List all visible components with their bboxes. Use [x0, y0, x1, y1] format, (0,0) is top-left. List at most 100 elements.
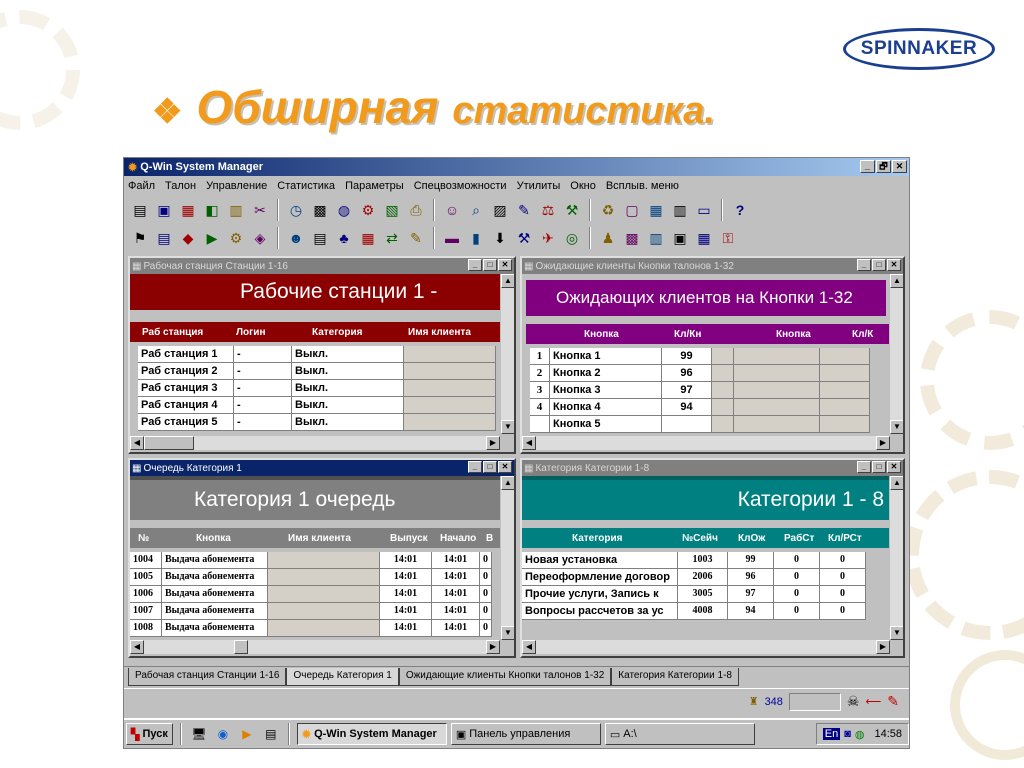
- table-row[interactable]: 1006 Выдача абонемента 14:01 14:01 0: [130, 586, 514, 603]
- settings-icon[interactable]: ⚙: [358, 200, 378, 220]
- queue-titlebar[interactable]: ▦ Очередь Категория 1 _ □ ✕: [130, 460, 514, 476]
- clock-icon[interactable]: ◷: [286, 200, 306, 220]
- menu-parameters[interactable]: Параметры: [345, 180, 404, 192]
- maximize-button[interactable]: □: [872, 259, 886, 271]
- media-icon[interactable]: ▶: [237, 724, 257, 744]
- table-row[interactable]: Переоформление договор 2006 96 0 0: [522, 569, 903, 586]
- table-row[interactable]: Раб станция 1- Выкл.: [138, 346, 514, 363]
- scroll-thumb[interactable]: [234, 640, 248, 654]
- tools-icon[interactable]: ✂: [250, 200, 270, 220]
- menu-utilities[interactable]: Утилиты: [517, 180, 561, 192]
- close-button[interactable]: ✕: [498, 461, 512, 473]
- table-row[interactable]: 1 Кнопка 1 99: [530, 348, 903, 365]
- queue-window[interactable]: ▦ Очередь Категория 1 _ □ ✕ Категория 1 …: [128, 458, 516, 658]
- browser-icon[interactable]: ◉: [213, 724, 233, 744]
- send-icon[interactable]: ✈: [538, 228, 558, 248]
- tray-app-icon[interactable]: ◍: [855, 728, 865, 741]
- close-button[interactable]: ✕: [887, 461, 901, 473]
- calc-icon[interactable]: ▦: [694, 228, 714, 248]
- start-button[interactable]: ▚ Пуск: [126, 723, 173, 745]
- grid2-icon[interactable]: ▩: [622, 228, 642, 248]
- printer-icon[interactable]: ⎙: [406, 200, 426, 220]
- table-row[interactable]: 1004 Выдача абонемента 14:01 14:01 0: [130, 552, 514, 569]
- menu-file[interactable]: Файл: [128, 180, 155, 192]
- scroll-up-button[interactable]: ▲: [890, 476, 903, 490]
- network-icon[interactable]: ▦: [178, 200, 198, 220]
- scroll-up-button[interactable]: ▲: [501, 476, 514, 490]
- people-icon[interactable]: ☺: [442, 200, 462, 220]
- folder-icon[interactable]: ▶: [202, 228, 222, 248]
- horizontal-scrollbar[interactable]: ◀ ▶: [522, 436, 890, 450]
- tag-icon[interactable]: ◈: [250, 228, 270, 248]
- tray-network-icon[interactable]: ◙: [844, 728, 851, 740]
- menu-statistics[interactable]: Статистика: [277, 180, 335, 192]
- maximize-button[interactable]: □: [872, 461, 886, 473]
- layout-icon[interactable]: ▦: [646, 200, 666, 220]
- table-row[interactable]: Прочие услуги, Запись к 3005 97 0 0: [522, 586, 903, 603]
- desktop-icon[interactable]: 🖥: [189, 724, 209, 744]
- maximize-button[interactable]: □: [483, 259, 497, 271]
- table-row[interactable]: 3 Кнопка 3 97: [530, 382, 903, 399]
- tools3-icon[interactable]: ⚒: [514, 228, 534, 248]
- minimize-button[interactable]: _: [857, 259, 871, 271]
- table-row[interactable]: 1005 Выдача абонемента 14:01 14:01 0: [130, 569, 514, 586]
- horizontal-scrollbar[interactable]: ◀ ▶: [130, 436, 500, 450]
- table-row[interactable]: 1008 Выдача абонемента 14:01 14:01 0: [130, 620, 514, 637]
- chart-icon[interactable]: ◧: [202, 200, 222, 220]
- display-icon[interactable]: ▭: [694, 200, 714, 220]
- app-titlebar[interactable]: ✹ Q-Win System Manager _ 🗗 ✕: [124, 158, 909, 176]
- menu-ticket[interactable]: Талон: [165, 180, 196, 192]
- connect-icon[interactable]: ⇄: [382, 228, 402, 248]
- language-indicator[interactable]: En: [822, 728, 841, 740]
- scroll-down-button[interactable]: ▼: [501, 420, 514, 434]
- scroll-right-button[interactable]: ▶: [486, 436, 500, 450]
- task-drive-a[interactable]: ▭ A:\: [604, 723, 755, 745]
- gear-icon[interactable]: ⚙: [226, 228, 246, 248]
- flag-icon[interactable]: ⚑: [130, 228, 150, 248]
- scroll-down-button[interactable]: ▼: [890, 626, 903, 640]
- scale-icon[interactable]: ⚖: [538, 200, 558, 220]
- waiting-titlebar[interactable]: ▦ Ожидающие клиенты Кнопки талонов 1-32 …: [522, 258, 903, 274]
- tab-workstations[interactable]: Рабочая станция Станции 1-16: [128, 668, 287, 686]
- vertical-scrollbar[interactable]: ▲ ▼: [889, 476, 903, 640]
- globe-icon[interactable]: ◍: [334, 200, 354, 220]
- close-button[interactable]: ✕: [887, 259, 901, 271]
- table-row[interactable]: 4 Кнопка 4 94: [530, 399, 903, 416]
- person-icon[interactable]: ♟: [598, 228, 618, 248]
- window-icon[interactable]: ▢: [622, 200, 642, 220]
- scroll-left-button[interactable]: ◀: [130, 436, 144, 450]
- key-icon[interactable]: ⚿: [718, 228, 738, 248]
- scroll-left-button[interactable]: ◀: [130, 640, 144, 654]
- waiting-window[interactable]: ▦ Ожидающие клиенты Кнопки талонов 1-32 …: [520, 256, 905, 454]
- users-icon[interactable]: ☻: [286, 228, 306, 248]
- workstations-window[interactable]: ▦ Рабочая станция Станции 1-16 _ □ ✕ Раб…: [128, 256, 516, 454]
- menu-window[interactable]: Окно: [570, 180, 596, 192]
- close-button[interactable]: ✕: [892, 160, 907, 173]
- task-qwin[interactable]: ✹ Q-Win System Manager: [296, 723, 447, 745]
- diamond-icon[interactable]: ◆: [178, 228, 198, 248]
- menu-popup[interactable]: Всплыв. меню: [606, 180, 679, 192]
- scroll-left-button[interactable]: ◀: [522, 436, 536, 450]
- scroll-right-button[interactable]: ▶: [486, 640, 500, 654]
- pencil-icon[interactable]: ✎: [514, 200, 534, 220]
- maximize-button[interactable]: □: [483, 461, 497, 473]
- report-icon[interactable]: ▧: [382, 200, 402, 220]
- workstations-titlebar[interactable]: ▦ Рабочая станция Станции 1-16 _ □ ✕: [130, 258, 514, 274]
- scroll-down-button[interactable]: ▼: [890, 420, 903, 434]
- task-control-panel[interactable]: ▣ Панель управления: [450, 723, 601, 745]
- table-row[interactable]: Новая установка 1003 99 0 0: [522, 552, 903, 569]
- tab-queue[interactable]: Очередь Категория 1: [286, 668, 399, 686]
- vertical-scrollbar[interactable]: ▲ ▼: [500, 476, 514, 640]
- color-icon[interactable]: ▬: [442, 228, 462, 248]
- report2-icon[interactable]: ▥: [646, 228, 666, 248]
- table-row[interactable]: Раб станция 3- Выкл.: [138, 380, 514, 397]
- minimize-button[interactable]: _: [857, 461, 871, 473]
- scroll-down-button[interactable]: ▼: [501, 626, 514, 640]
- categories-titlebar[interactable]: ▦ Категория Категории 1-8 _ □ ✕: [522, 460, 903, 476]
- menu-manage[interactable]: Управление: [206, 180, 267, 192]
- scroll-up-button[interactable]: ▲: [501, 274, 514, 288]
- download-icon[interactable]: ⬇: [490, 228, 510, 248]
- table-row[interactable]: Раб станция 5- Выкл.: [138, 414, 514, 431]
- calendar-icon[interactable]: ▥: [226, 200, 246, 220]
- print-icon[interactable]: ▤: [130, 200, 150, 220]
